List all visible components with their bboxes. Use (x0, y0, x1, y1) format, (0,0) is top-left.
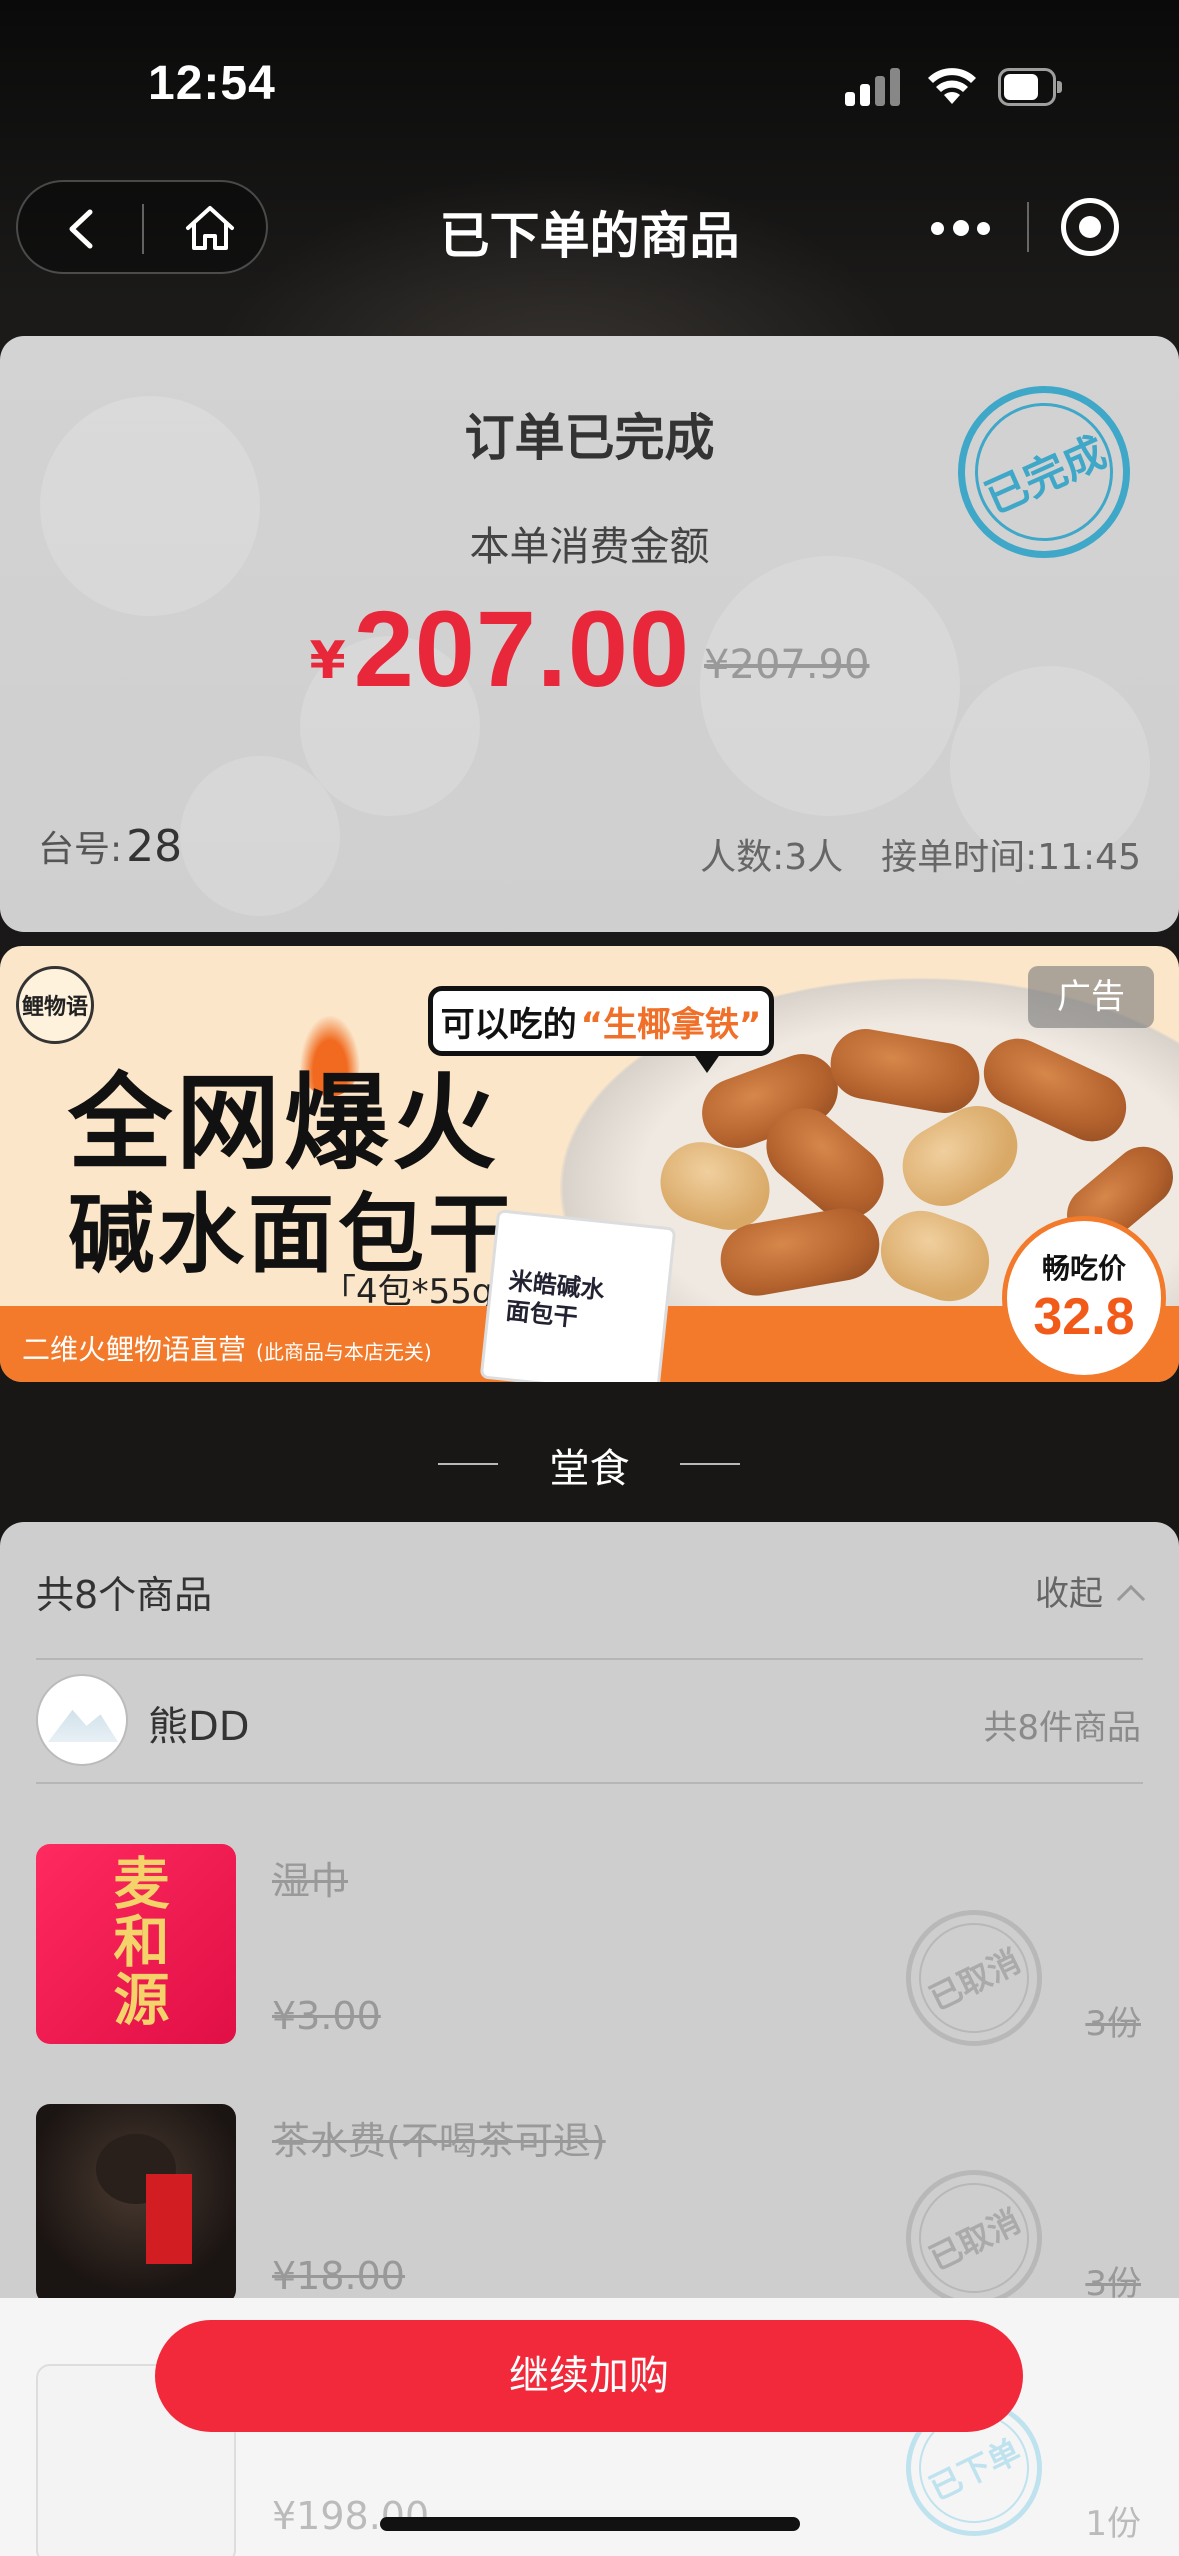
ad-footer-text: 二维火鲤物语直营 (此商品与本店无关) (22, 1333, 432, 1366)
item-thumbnail (36, 2104, 236, 2304)
chevron-up-icon (1116, 1584, 1146, 1614)
wifi-icon (928, 68, 976, 104)
carousel-dot (508, 1330, 530, 1352)
item-price: ¥198.00 (272, 2494, 430, 2538)
ad-product-pack: 米皓碱水 面包干 (479, 1209, 677, 1382)
avatar (36, 1674, 128, 1766)
home-indicator (380, 2517, 800, 2531)
order-summary-card: 订单已完成 本单消费金额 ¥207.00 ¥207.90 已完成 台号:28 人数… (0, 336, 1179, 932)
table-number-value: 28 (126, 821, 183, 872)
more-icon[interactable] (921, 200, 1001, 254)
user-name: 熊DD (148, 1704, 250, 1750)
item-quantity: 1份 (1085, 2504, 1141, 2544)
original-amount: ¥207.90 (704, 642, 870, 688)
status-time: 12:54 (148, 57, 276, 110)
item-name: 茶水费(不喝茶可退) (272, 2119, 606, 2163)
user-items-count: 共8件商品 (983, 1708, 1141, 1748)
table-number: 台号:28 (38, 821, 183, 872)
battery-icon (998, 68, 1062, 106)
divider (36, 1658, 1143, 1660)
nav-capsule-right (897, 180, 1161, 274)
ad-tag: 广告 (1028, 966, 1154, 1028)
status-bar: 12:54 (0, 0, 1179, 170)
ad-banner[interactable]: 鲤物语 可以吃的 “生椰拿铁” 广告 全网爆火 碱水面包干 「4包*55g」 二维… (0, 946, 1179, 1382)
item-price: ¥3.00 (272, 1994, 381, 2038)
ad-price-badge: 畅吃价 32.8 (1002, 1216, 1166, 1380)
accept-time: 接单时间:11:45 (881, 837, 1141, 878)
item-thumbnail: 麦和源 (36, 1844, 236, 2044)
items-count: 共8个商品 (36, 1573, 213, 1617)
order-amount: 207.00 (353, 588, 691, 709)
cancelled-stamp: 已取消 (883, 1887, 1065, 2069)
list-item[interactable]: 麦和源 湿巾 ¥3.00 已取消 3份 (0, 1844, 1179, 2084)
people-count: 人数:3人 (700, 837, 844, 878)
order-meta: 人数:3人 接单时间:11:45 (662, 828, 1141, 880)
section-title: 堂食 (549, 1446, 630, 1492)
continue-shopping-button[interactable]: 继续加购 (155, 2320, 1023, 2432)
price-currency: ¥ (309, 631, 346, 691)
item-name: 湿巾 (272, 1859, 349, 1903)
section-line-right (680, 1463, 740, 1465)
item-quantity: 3份 (1085, 2004, 1141, 2044)
ad-logo: 鲤物语 (16, 966, 94, 1044)
collapse-button[interactable]: 收起 (1035, 1566, 1146, 1615)
signal-icon (845, 66, 903, 106)
item-price: ¥18.00 (272, 2254, 405, 2298)
divider (36, 1782, 1143, 1784)
price-row: ¥207.00 ¥207.90 (0, 586, 1179, 711)
close-miniprogram-icon[interactable] (1061, 198, 1119, 256)
